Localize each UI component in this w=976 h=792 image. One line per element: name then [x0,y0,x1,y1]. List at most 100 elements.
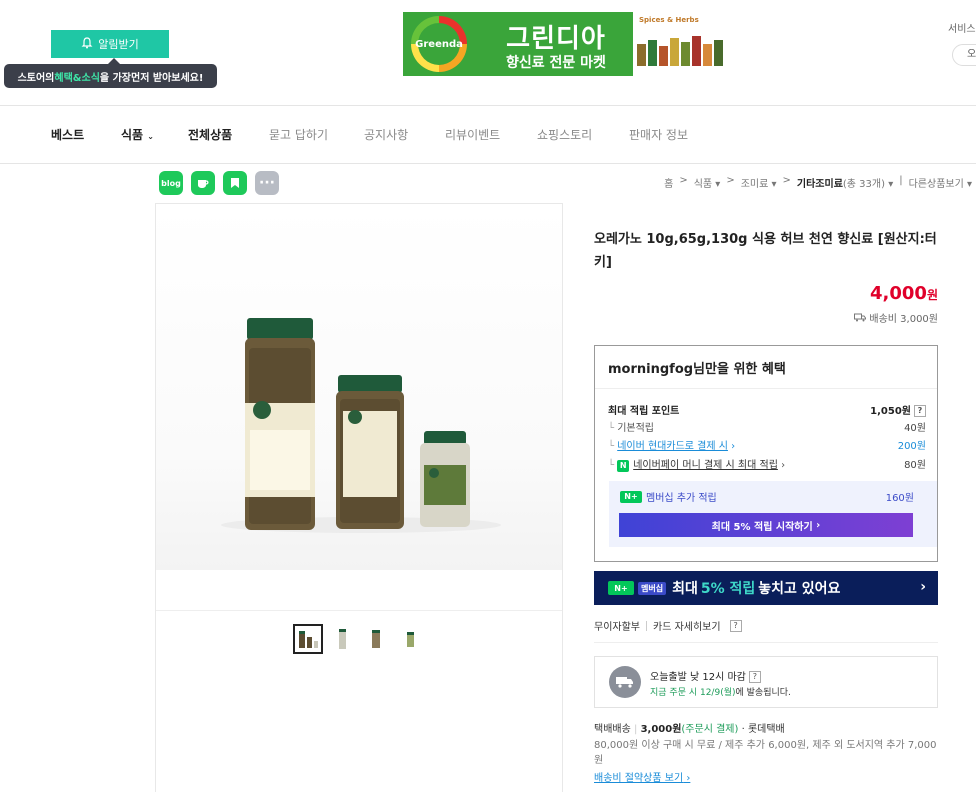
shipping-fee-value: 3,000원 [640,724,682,735]
nav-food-label: 식품 [121,128,144,142]
store-banner[interactable]: Greenda 그린디아 향신료 전문 마켓 Spices & Herbs [403,12,725,76]
card-detail-link[interactable]: 카드 자세히보기 [653,618,721,633]
breadcrumb-food[interactable]: 식품 ▾ [694,175,721,190]
nav-review-event[interactable]: 리뷰이벤트 [445,126,500,143]
pay-points-row: └ N 네이버페이 머니 결제 시 최대 적립 › 80원 [608,456,926,472]
shipping-carrier: 롯데택배 [747,724,785,735]
max-points-row: 최대 적립 포인트 1,050원? [608,402,926,417]
delivery-notice: 지금 주문 시 12/9(월)에 발송됩니다. [650,685,791,698]
breadcrumb-seasoning-label: 조미료 [740,179,769,190]
promo-text-pre: 최대 [672,581,698,597]
divider [156,610,562,611]
membership-promo-banner[interactable]: N+ 멤버십 최대 5% 적립 놓치고 있어요 › [594,571,938,605]
breadcrumb-current: 기타조미료 [796,179,843,190]
pay-points-link[interactable]: 네이버페이 머니 결제 시 최대 적립 [633,460,778,471]
price-currency: 원 [926,288,938,302]
delivery-truck-icon [609,666,641,698]
delivery-deadline-text: 오늘출발 낮 12시 마감 [650,672,746,683]
banner-side-label: Spices & Herbs [639,16,699,24]
breadcrumb: 홈 > 식품 ▾ > 조미료 ▾ > 기타조미료(총 33개) ▾ | 다른상품보기 ▾ [664,175,972,190]
nav-seller-info[interactable]: 판매자 정보 [629,126,688,143]
breadcrumb-separator: > [679,175,688,186]
divider [0,105,976,106]
shipping-info: 택배배송 | 3,000원(주문시 결제) · 롯데택배 [594,720,785,735]
basic-points-value: 40원 [904,423,926,434]
chevron-down-icon: ⌄ [147,132,154,141]
breadcrumb-separator: > [726,175,735,186]
breadcrumb-other-seasoning[interactable]: 기타조미료(총 33개) ▾ [797,175,893,190]
thumbnail-4[interactable] [395,624,425,654]
naver-pay-icon: N [617,459,630,472]
other-products-label: 다른상품보기 [908,179,964,190]
pay-points-value: 80원 [904,460,926,472]
naver-plus-icon: N+ [620,490,642,503]
product-main-image[interactable] [156,205,562,570]
nav-all-products[interactable]: 전체상품 [188,126,232,143]
notification-tooltip: 스토어의 혜택&소식 을 가장먼저 받아보세요! [4,58,217,88]
shipping-note: 80,000원 이상 구매 시 무료 / 제주 추가 6,000원, 제주 외 … [594,740,937,766]
delivery-box [594,656,938,708]
other-products-link[interactable]: 다른상품보기 ▾ [909,175,972,190]
shipping-fee-text: 배송비 3,000원 [869,314,938,325]
card-points-row: └ 네이버 현대카드로 결제 시 › 200원 [608,437,926,452]
product-title: 오레가노 10g,65g,130g 식용 허브 천연 향신료 [원산지:터키] [594,232,937,270]
card-links: 무이자할부 카드 자세히보기 ? [594,618,742,633]
truck-icon [854,313,869,325]
cafe-share-icon[interactable] [191,171,215,195]
basic-points-row: └ 기본적립 40원 [608,419,926,434]
blog-share-label: blog [161,178,181,188]
tooltip-text-pre: 스토어의 [17,72,55,84]
shipping-save-label: 배송비 절약상품 보기 [594,773,684,784]
bell-icon [81,36,93,52]
tooltip-highlight: 혜택&소식 [54,72,100,84]
nav-qna[interactable]: 묻고 답하기 [269,126,328,143]
breadcrumb-count: (총 33개) [842,179,886,190]
shipping-save-link[interactable]: 배송비 절약상품 보기 › [594,769,690,784]
nav-shopping-story[interactable]: 쇼핑스토리 [537,126,592,143]
basic-points-label: 기본적립 [617,423,655,434]
card-points-link[interactable]: 네이버 현대카드로 결제 시 [617,441,728,452]
max-points-label: 최대 적립 포인트 [608,406,680,417]
shipping-timing: (주문시 결제) [681,724,739,735]
product-price: 4,000원 [870,283,938,304]
help-icon[interactable]: ? [914,405,926,417]
nav-notice[interactable]: 공지사항 [364,126,408,143]
more-share-icon[interactable]: ··· [255,171,279,195]
chevron-right-icon: › [920,579,926,595]
help-icon[interactable]: ? [729,619,742,632]
tooltip-text-post: 을 가장먼저 받아보세요! [99,72,204,84]
shipping-method: 택배배송 [594,724,631,735]
membership-label-text: 멤버십 추가 적립 [646,493,717,504]
max-points-value: 1,050원 [870,406,911,417]
shipping-fee: 배송비 3,000원 [854,310,938,325]
membership-label: N+ 멤버십 추가 적립 [620,489,717,504]
delivery-date: 지금 주문 시 12/9(월) [650,688,736,698]
thumbnail-3[interactable] [361,624,391,654]
store-logo: Greenda [411,16,467,72]
thumbnail-1[interactable] [293,624,323,654]
nav-best[interactable]: 베스트 [51,126,84,143]
divider [0,163,976,164]
breadcrumb-seasoning[interactable]: 조미료 ▾ [741,175,777,190]
nav-food[interactable]: 식품 ⌄ [121,126,154,143]
breadcrumb-food-label: 식품 [693,179,713,190]
installment-link[interactable]: 무이자할부 [594,618,640,633]
notification-button[interactable]: 알림받기 [51,30,169,58]
bookmark-share-icon[interactable] [223,171,247,195]
bullet: · [741,724,745,735]
help-icon[interactable]: ? [748,671,761,683]
blog-share-icon[interactable]: blog [159,171,183,195]
naver-plus-icon: N+ [608,581,634,595]
delivery-deadline: 오늘출발 낮 12시 마감? [650,668,761,683]
divider [595,388,937,389]
breadcrumb-home[interactable]: 홈 [664,175,673,190]
service-label: 서비스 [948,24,976,35]
thumbnail-2[interactable] [327,624,357,654]
promo-text-post: 놓치고 있어요 [758,581,841,597]
membership-start-button[interactable]: 최대 5% 적립 시작하기 › [619,513,913,537]
more-share-label: ··· [259,175,275,191]
membership-start-label: 최대 5% 적립 시작하기 [711,521,813,533]
service-button[interactable]: 오 [952,44,976,66]
membership-badge: 멤버십 [638,581,667,595]
breadcrumb-separator: > [782,175,791,186]
